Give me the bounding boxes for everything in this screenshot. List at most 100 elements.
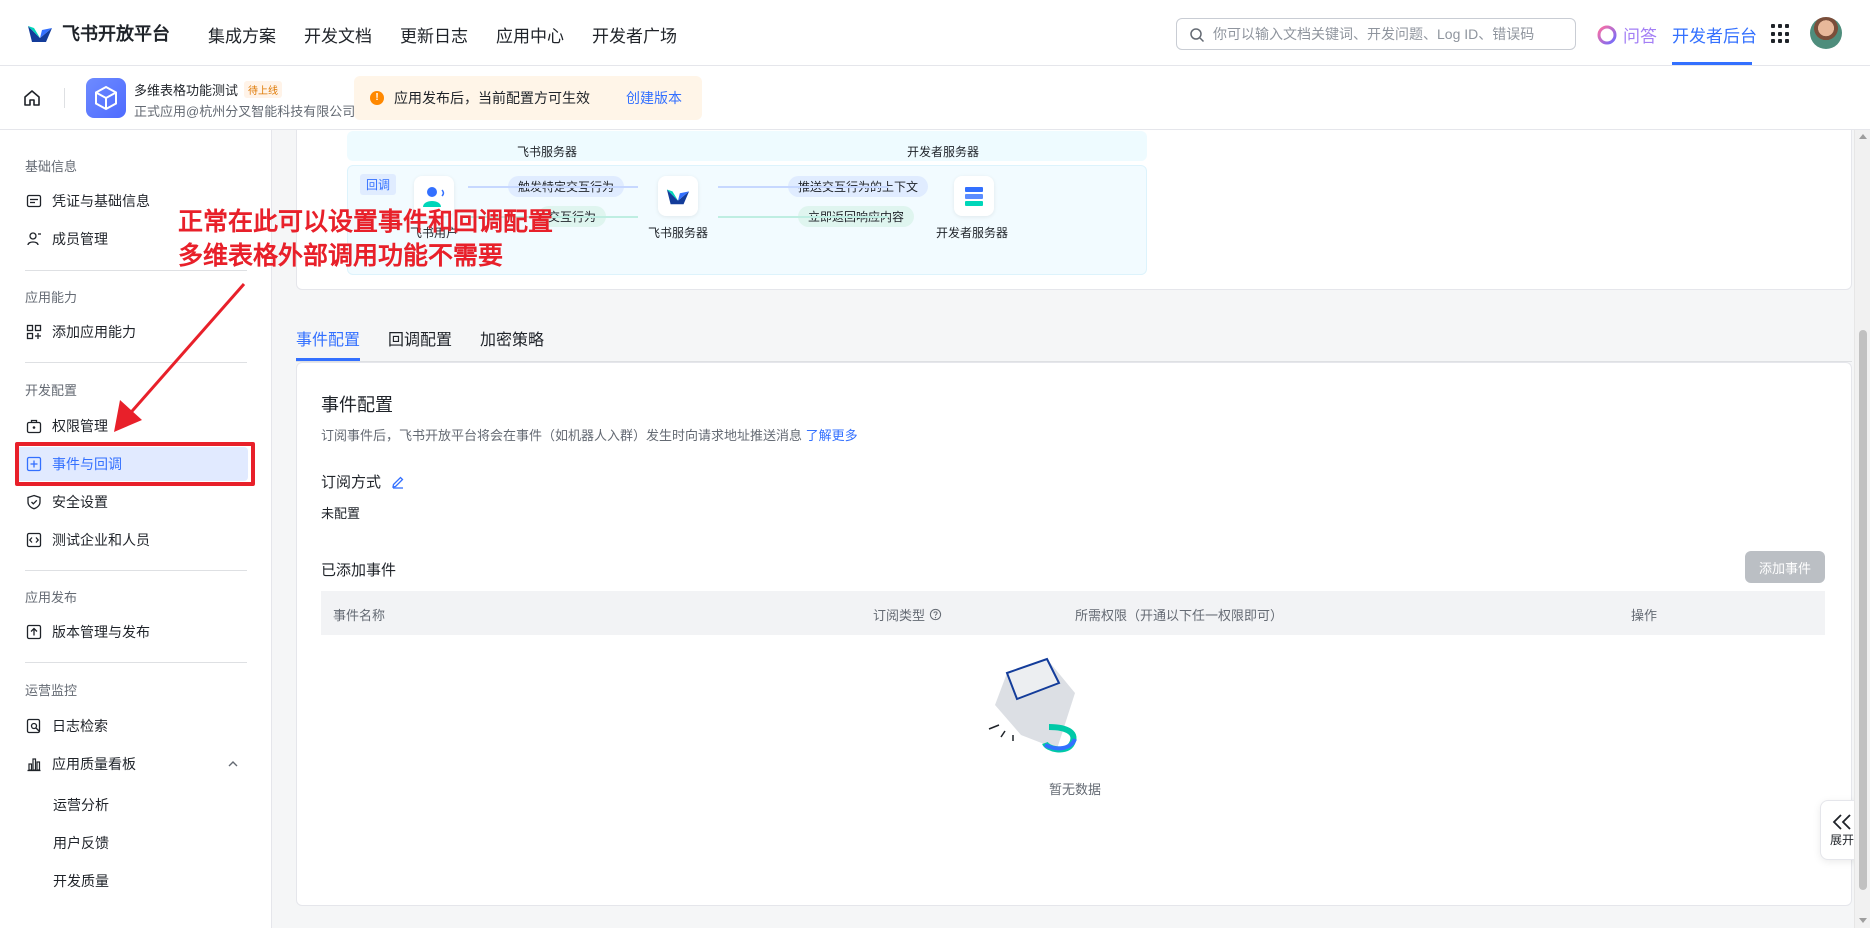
sidebar-item-versions[interactable]: 版本管理与发布 xyxy=(16,615,248,649)
scroll-down-icon[interactable] xyxy=(1859,918,1867,923)
nav-link-solutions[interactable]: 集成方案 xyxy=(208,22,276,47)
app-cube-icon xyxy=(86,78,126,118)
expand-label: 展开 xyxy=(1829,832,1854,847)
empty-state-text: 暂无数据 xyxy=(1048,782,1101,797)
edit-icon[interactable] xyxy=(391,475,405,489)
help-icon[interactable] xyxy=(929,608,942,621)
search-input[interactable]: 你可以输入文档关键词、开发问题、Log ID、错误码 xyxy=(1176,18,1576,50)
app-header: 多维表格功能测试 待上线 正式应用@杭州分叉智能科技有限公司 ! 应用发布后，当… xyxy=(0,66,1870,130)
code-box-icon xyxy=(26,532,42,548)
diagram-dev-server-label: 开发者服务器 xyxy=(936,226,1009,240)
learn-more-link[interactable]: 了解更多 xyxy=(806,428,858,443)
annotation-line-2: 多维表格外部调用功能不需要 xyxy=(178,242,504,270)
callback-tag: 回调 xyxy=(360,174,397,195)
sidebar-item-test-tenants[interactable]: 测试企业和人员 xyxy=(16,523,248,557)
nav-link-docs[interactable]: 开发文档 xyxy=(304,22,372,47)
added-events-label: 已添加事件 xyxy=(321,562,397,579)
double-chevron-left-icon xyxy=(1832,813,1851,830)
col-event-name: 事件名称 xyxy=(333,608,386,623)
briefcase-lock-icon xyxy=(26,418,42,434)
nav-link-dev-plaza[interactable]: 开发者广场 xyxy=(592,22,677,47)
shield-check-icon xyxy=(26,494,42,510)
tab-encryption[interactable]: 加密策略 xyxy=(480,326,544,350)
sidebar-subitem-user-feedback[interactable]: 用户反馈 xyxy=(53,833,109,853)
col-subscription-type: 订阅类型 xyxy=(873,605,942,624)
apps-grid-icon[interactable] xyxy=(1771,24,1791,44)
nav-links: 集成方案 开发文档 更新日志 应用中心 开发者广场 xyxy=(208,22,677,47)
upload-box-icon xyxy=(26,624,42,640)
tab-event-config[interactable]: 事件配置 xyxy=(296,326,360,350)
sidebar-group-monitoring: 运营监控 xyxy=(25,683,78,698)
publish-notice: ! 应用发布后，当前配置方可生效 创建版本 xyxy=(354,76,702,120)
brand-logo[interactable]: 飞书开放平台 xyxy=(26,20,170,46)
col-actions: 操作 xyxy=(1631,608,1658,623)
sidebar-item-log-search[interactable]: 日志检索 xyxy=(16,709,248,743)
user-avatar[interactable] xyxy=(1810,17,1842,49)
main-scrollbar[interactable] xyxy=(1854,130,1870,928)
feishu-server-icon xyxy=(658,176,698,216)
add-event-button[interactable]: 添加事件 xyxy=(1745,551,1825,583)
active-tab-indicator xyxy=(296,358,360,361)
ask-ai-icon xyxy=(1597,25,1617,44)
nav-link-app-center[interactable]: 应用中心 xyxy=(496,22,564,47)
sidebar-divider xyxy=(25,570,247,571)
sidebar-item-security[interactable]: 安全设置 xyxy=(16,485,248,519)
events-table-header: 事件名称 订阅类型 所需权限（开通以下任一权限即可） 操作 xyxy=(321,591,1825,635)
app-org: 正式应用@杭州分叉智能科技有限公司 xyxy=(134,104,356,119)
ask-label: 问答 xyxy=(1623,27,1657,46)
notice-text: 应用发布后，当前配置方可生效 xyxy=(394,90,590,106)
search-icon xyxy=(1190,28,1205,43)
tab-callback-config[interactable]: 回调配置 xyxy=(388,326,452,350)
home-icon[interactable] xyxy=(22,88,42,108)
add-user-icon xyxy=(26,231,42,247)
section-title: 事件配置 xyxy=(321,395,393,415)
id-card-icon xyxy=(26,193,42,209)
arrow-right xyxy=(468,186,638,188)
diagram-feishu-server-label: 飞书服务器 xyxy=(648,226,709,240)
scroll-thumb[interactable] xyxy=(1859,330,1867,890)
sidebar-group-basic: 基础信息 xyxy=(25,159,78,174)
dev-server-icon xyxy=(954,176,994,216)
bar-chart-icon xyxy=(26,756,42,772)
subscription-value: 未配置 xyxy=(321,506,361,521)
sidebar-group-dev-config: 开发配置 xyxy=(25,383,78,398)
arrow-left xyxy=(718,216,888,218)
ask-button[interactable]: 问答 xyxy=(1597,22,1657,47)
config-tabs: 事件配置 回调配置 加密策略 xyxy=(296,316,1852,362)
annotation-arrow-icon xyxy=(114,283,246,432)
annotation-highlight-box xyxy=(15,442,255,486)
sidebar-divider xyxy=(25,662,247,663)
empty-box-icon xyxy=(988,657,1077,753)
dev-console-underline xyxy=(1672,62,1752,65)
dev-console-link[interactable]: 开发者后台 xyxy=(1672,22,1757,47)
annotation-line-1: 正常在此可以设置事件和回调配置 xyxy=(178,208,554,236)
scroll-up-icon[interactable] xyxy=(1859,134,1867,139)
search-placeholder: 你可以输入文档关键词、开发问题、Log ID、错误码 xyxy=(1213,26,1535,42)
create-version-link[interactable]: 创建版本 xyxy=(626,88,682,108)
sidebar-subitem-dev-quality[interactable]: 开发质量 xyxy=(53,871,109,891)
top-nav: 飞书开放平台 集成方案 开发文档 更新日志 应用中心 开发者广场 你可以输入文档… xyxy=(0,0,1870,66)
subscription-method: 订阅方式 xyxy=(321,471,405,492)
sidebar-item-quality-board[interactable]: 应用质量看板 xyxy=(16,747,248,781)
log-search-icon xyxy=(26,718,42,734)
header-divider xyxy=(64,88,65,108)
section-description: 订阅事件后，飞书开放平台将会在事件（如机器人入群）发生时向请求地址推送消息 了解… xyxy=(321,428,858,443)
sidebar-group-capability: 应用能力 xyxy=(25,290,78,305)
status-badge: 待上线 xyxy=(244,81,283,98)
apps-add-icon xyxy=(26,324,42,340)
sidebar-subitem-ops-analysis[interactable]: 运营分析 xyxy=(53,795,109,815)
main-content: 飞书服务器 开发者服务器 回调 飞书用户 触发特定交互行为 交互行为 飞书服务器… xyxy=(272,130,1854,928)
chevron-up-icon[interactable] xyxy=(228,760,238,768)
sidebar-group-release: 应用发布 xyxy=(25,590,78,605)
feishu-logo-icon xyxy=(28,26,52,42)
col-required-permissions: 所需权限（开通以下任一权限即可） xyxy=(1075,608,1284,623)
app-name: 多维表格功能测试 待上线 xyxy=(134,80,283,99)
nav-link-changelog[interactable]: 更新日志 xyxy=(400,22,468,47)
arrow-right xyxy=(718,186,888,188)
brand-name: 飞书开放平台 xyxy=(62,24,170,44)
diagram-top-right-label: 开发者服务器 xyxy=(907,145,980,159)
event-config-card: 事件配置 订阅事件后，飞书开放平台将会在事件（如机器人入群）发生时向请求地址推送… xyxy=(296,362,1852,906)
warning-icon: ! xyxy=(370,91,384,105)
diagram-top-row: 飞书服务器 开发者服务器 xyxy=(347,131,1147,161)
diagram-top-left-label: 飞书服务器 xyxy=(517,145,578,159)
